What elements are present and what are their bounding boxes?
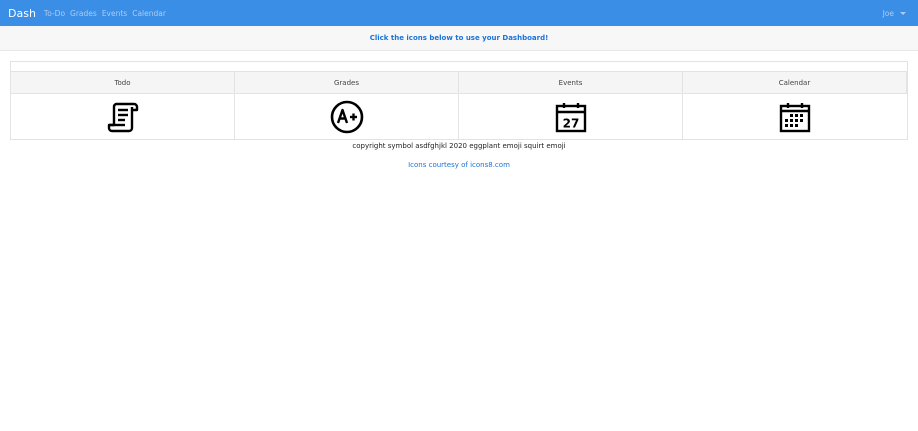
banner-text: Click the icons below to use your Dashbo…: [369, 34, 549, 42]
caret-down-icon: [900, 11, 906, 15]
card-header-strip: [11, 62, 907, 72]
dashboard-card: Todo Grades Events Calendar 27: [10, 61, 908, 140]
column-header-calendar: Calendar: [683, 72, 907, 94]
user-name: Joe: [882, 8, 894, 18]
nav-link-events[interactable]: Events: [102, 9, 127, 18]
events-icon-date: 27: [562, 116, 579, 130]
column-header-todo: Todo: [11, 72, 235, 94]
dashboard-grid: Todo Grades Events Calendar 27: [11, 72, 907, 139]
events-tile[interactable]: 27: [459, 94, 683, 139]
todo-tile[interactable]: [11, 94, 235, 139]
user-menu-toggle[interactable]: Joe: [883, 0, 906, 26]
nav-links: To-Do Grades Events Calendar: [44, 9, 171, 18]
grade-a-plus-icon: [330, 100, 363, 133]
copyright-text: copyright symbol asdfghjkl 2020 eggplant…: [352, 142, 566, 150]
scroll-icon: [107, 102, 138, 132]
info-banner: Click the icons below to use your Dashbo…: [0, 26, 918, 51]
column-header-events: Events: [459, 72, 683, 94]
navbar: Dash To-Do Grades Events Calendar Joe: [0, 0, 918, 26]
calendar-27-icon: 27: [555, 102, 586, 132]
calendar-grid-icon: [779, 102, 811, 132]
nav-link-grades[interactable]: Grades: [70, 9, 97, 18]
nav-link-todo[interactable]: To-Do: [44, 9, 65, 18]
grades-tile[interactable]: [235, 94, 459, 139]
icons8-credit-link[interactable]: Icons courtesy of icons8.com: [0, 161, 918, 169]
nav-link-calendar[interactable]: Calendar: [132, 9, 166, 18]
brand-link[interactable]: Dash: [8, 7, 36, 20]
column-header-grades: Grades: [235, 72, 459, 94]
calendar-tile[interactable]: [683, 94, 907, 139]
